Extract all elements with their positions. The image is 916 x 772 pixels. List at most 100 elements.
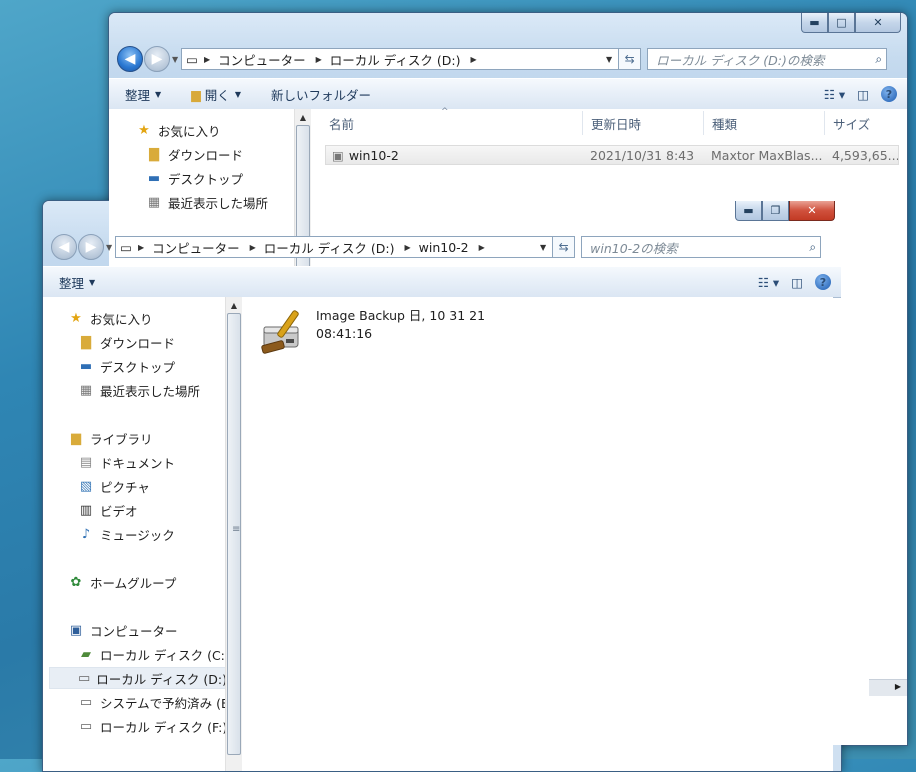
nav-item-downloads[interactable]: ▇ ダウンロード [146,145,243,164]
address-separator-icon[interactable]: ▶ [470,55,476,64]
nav-item-pictures[interactable]: ▧ ピクチャ [78,477,150,496]
minimize-button[interactable]: ▬ [801,13,828,33]
navigation-scrollbar[interactable]: ▲ ≡ [225,297,242,771]
nav-item-desktop[interactable]: ▬ デスクトップ [78,357,175,376]
star-icon: ★ [70,311,82,326]
nav-item-videos[interactable]: ▥ ビデオ [78,501,138,520]
refresh-icon[interactable]: ⇆ [553,236,576,258]
file-row[interactable]: ▣ win10-2 2021/10/31 8:43 Maxtor MaxBlas.… [325,145,899,165]
library-icon: ▆ [71,431,81,446]
column-header-name[interactable]: 名前 ^ [321,107,583,135]
nav-item-drive-f[interactable]: ▭ ローカル ディスク (F:) [78,717,227,736]
windows-drive-icon: ▰ [81,647,91,662]
address-segment[interactable]: コンピューター [152,238,240,257]
back-nav-row: ◀ ▶ ▼ ▭ ▶ コンピューター ▶ ローカル ディスク (D:) ▶ ▼ ⇆… [117,46,899,72]
column-header-size[interactable]: サイズ [825,111,901,135]
maximize-button[interactable]: □ [828,13,855,33]
column-headers: 名前 ^ 更新日時 種類 サイズ [321,107,901,135]
address-separator-icon[interactable]: ▶ [204,55,210,64]
command-bar: 整理 ▼ ☷ ▾ ◫ ? [43,266,841,298]
back-arrow-icon[interactable]: ◀ [117,46,143,72]
minimize-button[interactable]: ▬ [735,201,762,221]
horizontal-scrollbar[interactable]: ▶ [869,679,907,696]
refresh-icon[interactable]: ⇆ [619,48,642,70]
desktop-icon: ▬ [79,359,93,374]
search-placeholder: ローカル ディスク (D:)の検索 [656,52,825,68]
nav-item-documents[interactable]: ▤ ドキュメント [78,453,175,472]
scroll-up-icon[interactable]: ▲ [226,297,242,313]
address-separator-icon[interactable]: ▶ [404,243,410,252]
address-separator-icon[interactable]: ▶ [479,243,485,252]
scroll-right-icon[interactable]: ▶ [895,682,901,691]
nav-item-recent[interactable]: ▦ 最近表示した場所 [146,193,268,212]
file-name-line2: 08:41:16 [316,326,373,341]
recent-pages-dropdown-icon[interactable]: ▼ [172,55,178,64]
close-button[interactable]: ✕ [855,13,901,33]
address-bar[interactable]: ▭ ▶ コンピューター ▶ ローカル ディスク (D:) ▶ win10-2 ▶… [115,236,554,258]
address-dropdown-icon[interactable]: ▼ [600,55,618,64]
organize-button[interactable]: 整理 ▼ [125,85,161,104]
nav-item-favorites[interactable]: ★ お気に入り [68,309,152,328]
new-folder-button[interactable]: 新しいフォルダー [271,85,371,104]
column-header-date[interactable]: 更新日時 [583,111,704,135]
nav-item-downloads[interactable]: ▇ ダウンロード [78,333,175,352]
back-window-controls: ▬ □ ✕ [801,13,901,33]
nav-item-music[interactable]: ♪ ミュージック [78,525,175,544]
nav-item-recent[interactable]: ▦ 最近表示した場所 [78,381,200,400]
scroll-up-icon[interactable]: ▲ [295,109,311,125]
address-segment[interactable]: win10-2 [419,240,469,255]
organize-button[interactable]: 整理 ▼ [59,273,95,292]
drive-icon: ▭ [120,239,132,255]
nav-item-homegroup[interactable]: ✿ ホームグループ [68,573,177,592]
music-icon: ♪ [81,527,91,542]
address-separator-icon[interactable]: ▶ [138,243,144,252]
preview-pane-icon[interactable]: ◫ [857,87,869,102]
recent-places-icon: ▦ [147,195,161,210]
open-folder-icon: ▆ [191,86,201,102]
address-segment[interactable]: コンピューター [218,50,306,69]
scrollbar-grip-icon: ≡ [232,524,241,535]
desktop-icon: ▬ [147,171,161,186]
video-icon: ▥ [79,503,93,518]
front-content: ★ お気に入り ▇ ダウンロード ▬ デスクトップ ▦ 最近表示した場所 ▆ ライブラリ … [43,297,833,771]
help-icon[interactable]: ? [815,274,831,290]
file-item[interactable]: Image Backup 日, 10 31 21 08:41:16 [258,305,485,357]
search-input[interactable]: win10-2の検索 ⌕ [581,236,822,258]
address-bar[interactable]: ▭ ▶ コンピューター ▶ ローカル ディスク (D:) ▶ ▼ [181,48,620,70]
address-segment[interactable]: ローカル ディスク (D:) [330,50,461,69]
nav-item-libraries[interactable]: ▆ ライブラリ [68,429,153,448]
nav-item-drive-c[interactable]: ▰ ローカル ディスク (C:) [78,645,228,664]
file-name: win10-2 [348,147,399,163]
view-options-icon[interactable]: ☷ ▾ [824,87,845,102]
address-segment[interactable]: ローカル ディスク (D:) [264,238,395,257]
forward-arrow-icon[interactable]: ▶ [144,46,170,72]
scrollbar-thumb[interactable]: ≡ [227,313,241,755]
nav-item-drive-e[interactable]: ▭ システムで予約済み (E [78,693,228,712]
address-dropdown-icon[interactable]: ▼ [534,243,552,252]
open-button[interactable]: ▆ 開く ▼ [191,85,241,104]
column-header-type[interactable]: 種類 [704,111,825,135]
search-placeholder: win10-2の検索 [590,240,678,256]
help-icon[interactable]: ? [881,86,897,102]
nav-item-favorites[interactable]: ★ お気に入り [136,121,220,140]
nav-item-computer[interactable]: ▣ コンピューター [68,621,178,640]
recent-pages-dropdown-icon[interactable]: ▼ [106,243,112,252]
drive-icon: ▭ [78,670,91,686]
address-separator-icon[interactable]: ▶ [250,243,256,252]
view-options-icon[interactable]: ☷ ▾ [758,275,779,290]
close-button[interactable]: ✕ [789,201,835,221]
backup-image-icon [261,310,299,354]
navigation-pane: ★ お気に入り ▇ ダウンロード ▬ デスクトップ ▦ 最近表示した場所 ▆ ライブラリ … [43,297,228,771]
address-separator-icon[interactable]: ▶ [316,55,322,64]
forward-arrow-icon[interactable]: ▶ [78,234,104,260]
front-explorer-window[interactable]: ▬ ❐ ✕ ◀ ▶ ▼ ▭ ▶ コンピューター ▶ ローカル ディスク (D:)… [42,200,842,772]
picture-icon: ▧ [79,479,93,494]
file-type: Maxtor MaxBlas... [711,147,823,163]
nav-item-drive-d[interactable]: ▭ ローカル ディスク (D:) [49,667,227,689]
back-arrow-icon[interactable]: ◀ [51,234,77,260]
nav-item-desktop[interactable]: ▬ デスクトップ [146,169,243,188]
recent-places-icon: ▦ [79,383,93,398]
preview-pane-icon[interactable]: ◫ [791,275,803,290]
restore-button[interactable]: ❐ [762,201,789,221]
search-input[interactable]: ローカル ディスク (D:)の検索 ⌕ [647,48,888,70]
